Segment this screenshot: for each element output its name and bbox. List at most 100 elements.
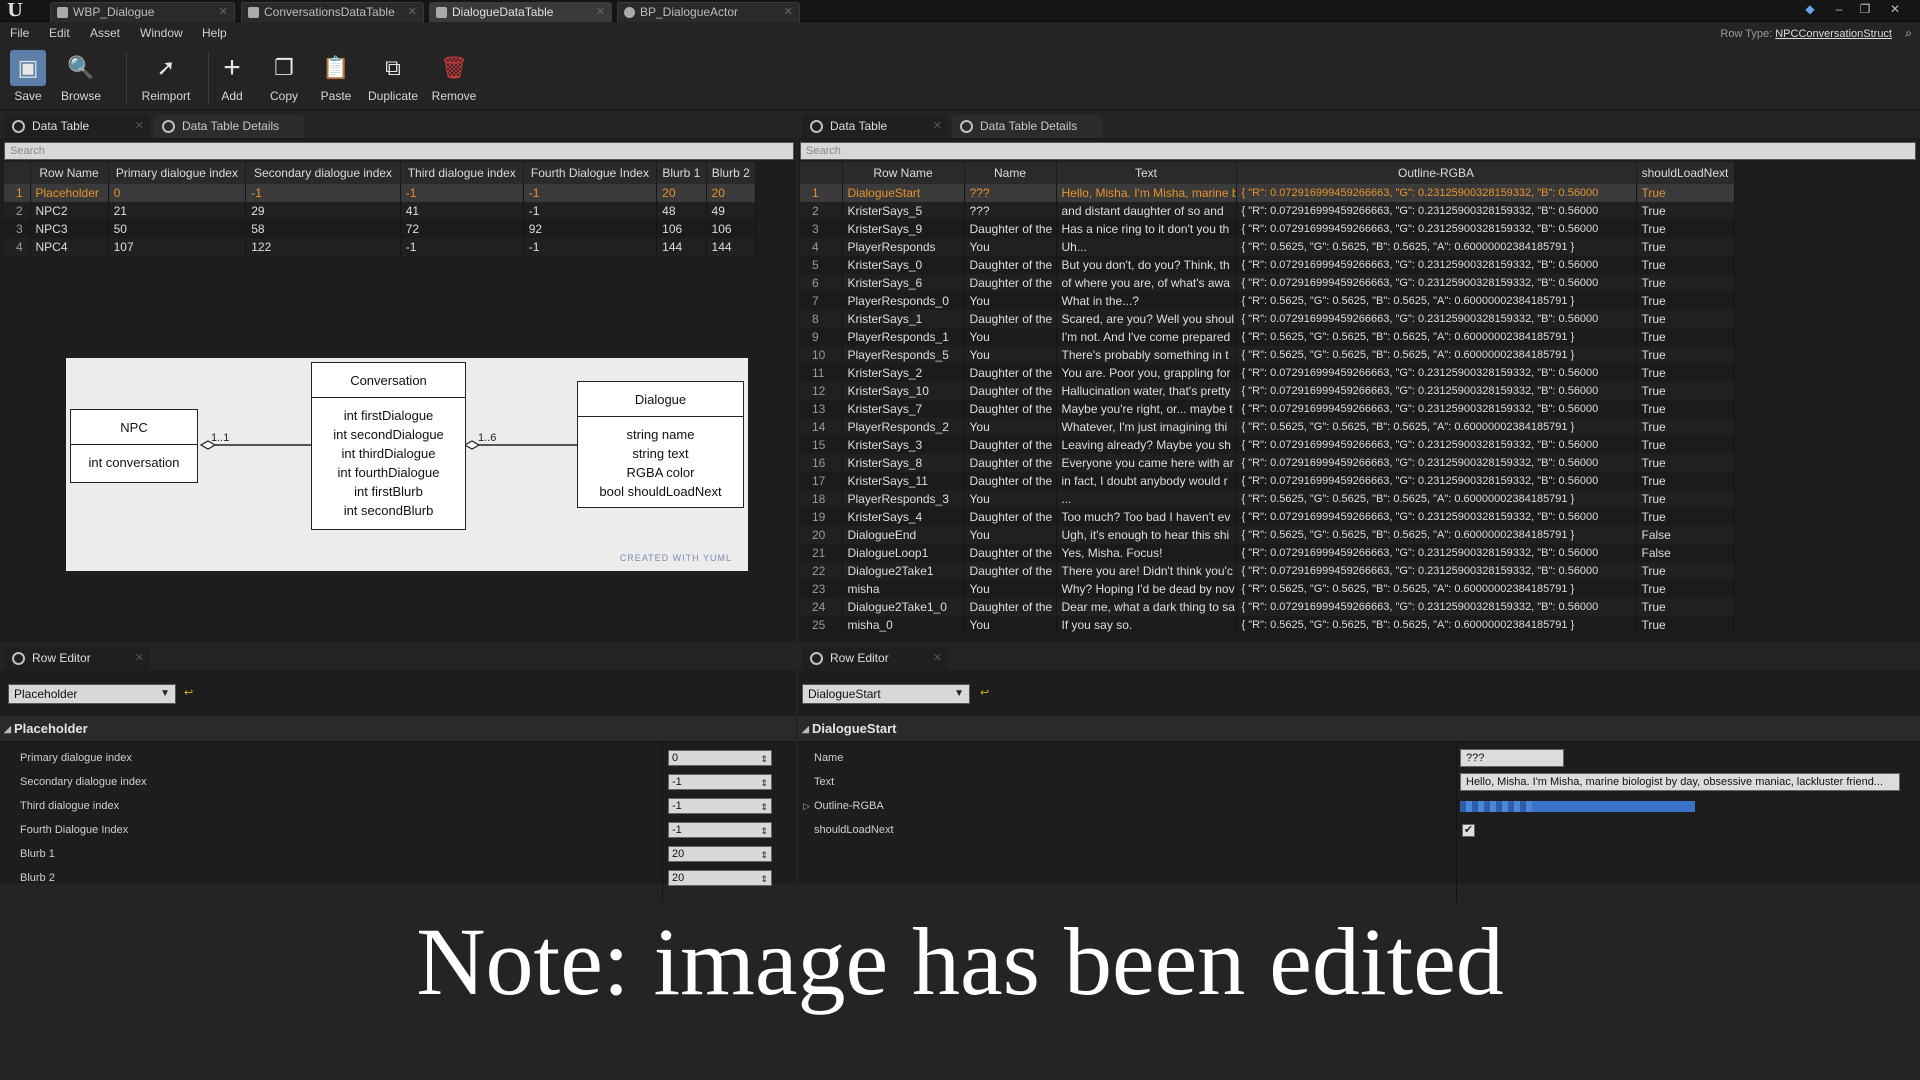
menu-window[interactable]: Window bbox=[140, 26, 183, 40]
row-select-dropdown[interactable]: DialogueStart ▼ bbox=[802, 684, 970, 704]
close-icon[interactable]: ✕ bbox=[135, 647, 144, 670]
menu-edit[interactable]: Edit bbox=[49, 26, 70, 40]
number-input[interactable]: 0 ⇕ bbox=[668, 750, 772, 766]
close-icon[interactable]: ✕ bbox=[596, 3, 605, 22]
table-row[interactable]: 21 DialogueLoop1 Daughter of the Yes, Misha… bbox=[800, 544, 1735, 562]
duplicate-button[interactable]: ⧉ Duplicate bbox=[362, 50, 424, 106]
close-icon[interactable]: ✕ bbox=[135, 115, 144, 138]
table-row[interactable]: 3 NPC3 50 58 72 92 106 106 bbox=[4, 220, 757, 238]
paste-button[interactable]: 📋 Paste bbox=[310, 50, 362, 106]
column-header[interactable]: Primary dialogue index bbox=[108, 162, 247, 184]
table-row[interactable]: 18 PlayerResponds_3 You...{ "R": 0.5625, "… bbox=[800, 490, 1735, 508]
table-row[interactable]: 15 KristerSays_3 Daughter of the Leaving al… bbox=[800, 436, 1735, 454]
table-row[interactable]: 12 KristerSays_10 Daughter of the Hallucina… bbox=[800, 382, 1735, 400]
reset-icon[interactable]: ↩ bbox=[184, 686, 198, 700]
column-header[interactable]: Name bbox=[964, 162, 1057, 184]
name-field[interactable]: ??? bbox=[1460, 749, 1564, 767]
column-header[interactable]: shouldLoadNext bbox=[1636, 162, 1735, 184]
spinner-icon[interactable]: ⇕ bbox=[760, 776, 768, 790]
remove-button[interactable]: 🗑 Remove bbox=[428, 50, 480, 106]
browse-button[interactable]: 🔍 Browse bbox=[55, 50, 107, 106]
table-row[interactable]: 1 Placeholder 0 -1 -1 -1 20 20 bbox=[4, 184, 757, 202]
column-header[interactable]: Text bbox=[1056, 162, 1237, 184]
doc-tab-conversations-data-table[interactable]: ConversationsDataTable ✕ bbox=[241, 2, 424, 22]
close-window-button[interactable]: ✕ bbox=[1885, 1, 1905, 17]
minimize-button[interactable]: – bbox=[1829, 1, 1849, 17]
tab-data-table-details[interactable]: Data Table Details bbox=[952, 115, 1102, 138]
search-input[interactable]: Search bbox=[4, 142, 794, 160]
table-row[interactable]: 8 KristerSays_1 Daughter of the Scared, are… bbox=[800, 310, 1735, 328]
column-header[interactable]: Row Name bbox=[30, 162, 109, 184]
outline-rgba-color-swatch[interactable] bbox=[1460, 801, 1695, 812]
should-load-next-checkbox[interactable]: ✔ bbox=[1462, 824, 1475, 837]
table-row[interactable]: 4 NPC4 107 122 -1 -1 144 144 bbox=[4, 238, 757, 256]
table-row[interactable]: 7 PlayerResponds_0 You What in the...?{ "R"… bbox=[800, 292, 1735, 310]
expand-arrow-icon[interactable]: ▷ bbox=[803, 794, 810, 818]
table-row[interactable]: 5 KristerSays_0 Daughter of the But you don… bbox=[800, 256, 1735, 274]
column-header[interactable]: Blurb 1 bbox=[656, 162, 707, 184]
doc-tab-dialogue-data-table[interactable]: DialogueDataTable ✕ bbox=[429, 2, 612, 22]
add-button[interactable]: + Add bbox=[206, 50, 258, 106]
category-header[interactable]: ◢ DialogueStart bbox=[798, 716, 1920, 742]
table-row[interactable]: 14 PlayerResponds_2 You Whatever, I'm just … bbox=[800, 418, 1735, 436]
reimport-button[interactable]: ➚ Reimport bbox=[130, 50, 202, 106]
row-select-dropdown[interactable]: Placeholder ▼ bbox=[8, 684, 176, 704]
table-row[interactable]: 19 KristerSays_4 Daughter of the Too much? … bbox=[800, 508, 1735, 526]
table-row[interactable]: 24 Dialogue2Take1_0 Daughter of the Dear me… bbox=[800, 598, 1735, 616]
text-field[interactable]: Hello, Misha. I'm Misha, marine biologis… bbox=[1460, 773, 1900, 791]
table-row[interactable]: 13 KristerSays_7 Daughter of the Maybe you'… bbox=[800, 400, 1735, 418]
table-row[interactable]: 16 KristerSays_8 Daughter of the Everyone y… bbox=[800, 454, 1735, 472]
table-row[interactable]: 25 misha_0 You If you say so.{ "R": 0.5625,… bbox=[800, 616, 1735, 634]
close-icon[interactable]: ✕ bbox=[933, 115, 942, 138]
row-type-link[interactable]: NPCConversationStruct bbox=[1775, 28, 1892, 40]
column-header[interactable]: Secondary dialogue index bbox=[245, 162, 401, 184]
menu-help[interactable]: Help bbox=[202, 26, 227, 40]
tab-data-table[interactable]: Data Table ✕ bbox=[4, 115, 150, 138]
spinner-icon[interactable]: ⇕ bbox=[760, 800, 768, 814]
column-header[interactable]: Row Name bbox=[842, 162, 965, 184]
spinner-icon[interactable]: ⇕ bbox=[760, 824, 768, 838]
number-input[interactable]: -1 ⇕ bbox=[668, 822, 772, 838]
column-header[interactable]: Third dialogue index bbox=[400, 162, 524, 184]
restore-button[interactable]: ❐ bbox=[1855, 1, 1875, 17]
table-row[interactable]: 10 PlayerResponds_5 You There's probably so… bbox=[800, 346, 1735, 364]
table-row[interactable]: 4 PlayerResponds You Uh...{ "R": 0.5625, "G… bbox=[800, 238, 1735, 256]
spinner-icon[interactable]: ⇕ bbox=[760, 752, 768, 766]
category-header[interactable]: ◢ Placeholder bbox=[0, 716, 796, 742]
number-input[interactable]: -1 ⇕ bbox=[668, 774, 772, 790]
close-icon[interactable]: ✕ bbox=[219, 3, 228, 22]
table-row[interactable]: 2 NPC2 21 29 41 -1 48 49 bbox=[4, 202, 757, 220]
copy-button[interactable]: ❐ Copy bbox=[258, 50, 310, 106]
number-input[interactable]: 20 ⇕ bbox=[668, 870, 772, 886]
reset-icon[interactable]: ↩ bbox=[980, 686, 994, 700]
close-icon[interactable]: ✕ bbox=[408, 3, 417, 22]
tab-row-editor[interactable]: Row Editor ✕ bbox=[802, 647, 948, 670]
table-row[interactable]: 6 KristerSays_6 Daughter of the of where yo… bbox=[800, 274, 1735, 292]
notification-icon[interactable]: ◆ bbox=[1800, 1, 1820, 17]
table-row[interactable]: 23 misha You Why? Hoping I'd be dead by nov… bbox=[800, 580, 1735, 598]
tab-data-table[interactable]: Data Table ✕ bbox=[802, 115, 948, 138]
close-icon[interactable]: ✕ bbox=[933, 647, 942, 670]
doc-tab-wbp-dialogue[interactable]: WBP_Dialogue ✕ bbox=[50, 2, 235, 22]
menu-file[interactable]: File bbox=[10, 26, 29, 40]
table-row[interactable]: 9 PlayerResponds_1 You I'm not. And I've co… bbox=[800, 328, 1735, 346]
column-header[interactable]: Blurb 2 bbox=[706, 162, 757, 184]
spinner-icon[interactable]: ⇕ bbox=[760, 872, 768, 886]
table-row[interactable]: 1 DialogueStart??? Hello, Misha. I'm Misha… bbox=[800, 184, 1735, 202]
table-row[interactable]: 2 KristerSays_5??? and distant daughter of… bbox=[800, 202, 1735, 220]
table-row[interactable]: 3 KristerSays_9 Daughter of the Has a nice … bbox=[800, 220, 1735, 238]
tab-data-table-details[interactable]: Data Table Details bbox=[154, 115, 304, 138]
tab-row-editor[interactable]: Row Editor ✕ bbox=[4, 647, 150, 670]
table-row[interactable]: 11 KristerSays_2 Daughter of the You are. P… bbox=[800, 364, 1735, 382]
spinner-icon[interactable]: ⇕ bbox=[760, 848, 768, 862]
table-row[interactable]: 17 KristerSays_11 Daughter of the in fact, … bbox=[800, 472, 1735, 490]
table-row[interactable]: 22 Dialogue2Take1 Daughter of the There you… bbox=[800, 562, 1735, 580]
save-button[interactable]: ▣ Save bbox=[2, 50, 54, 106]
doc-tab-bp-dialogue-actor[interactable]: BP_DialogueActor ✕ bbox=[617, 2, 800, 22]
close-icon[interactable]: ✕ bbox=[784, 3, 793, 22]
table-row[interactable]: 20 DialogueEnd You Ugh, it's enough to hear… bbox=[800, 526, 1735, 544]
search-icon[interactable]: ⌕ bbox=[1905, 26, 1912, 41]
number-input[interactable]: -1 ⇕ bbox=[668, 798, 772, 814]
column-header[interactable]: Fourth Dialogue Index bbox=[523, 162, 658, 184]
menu-asset[interactable]: Asset bbox=[90, 26, 120, 40]
